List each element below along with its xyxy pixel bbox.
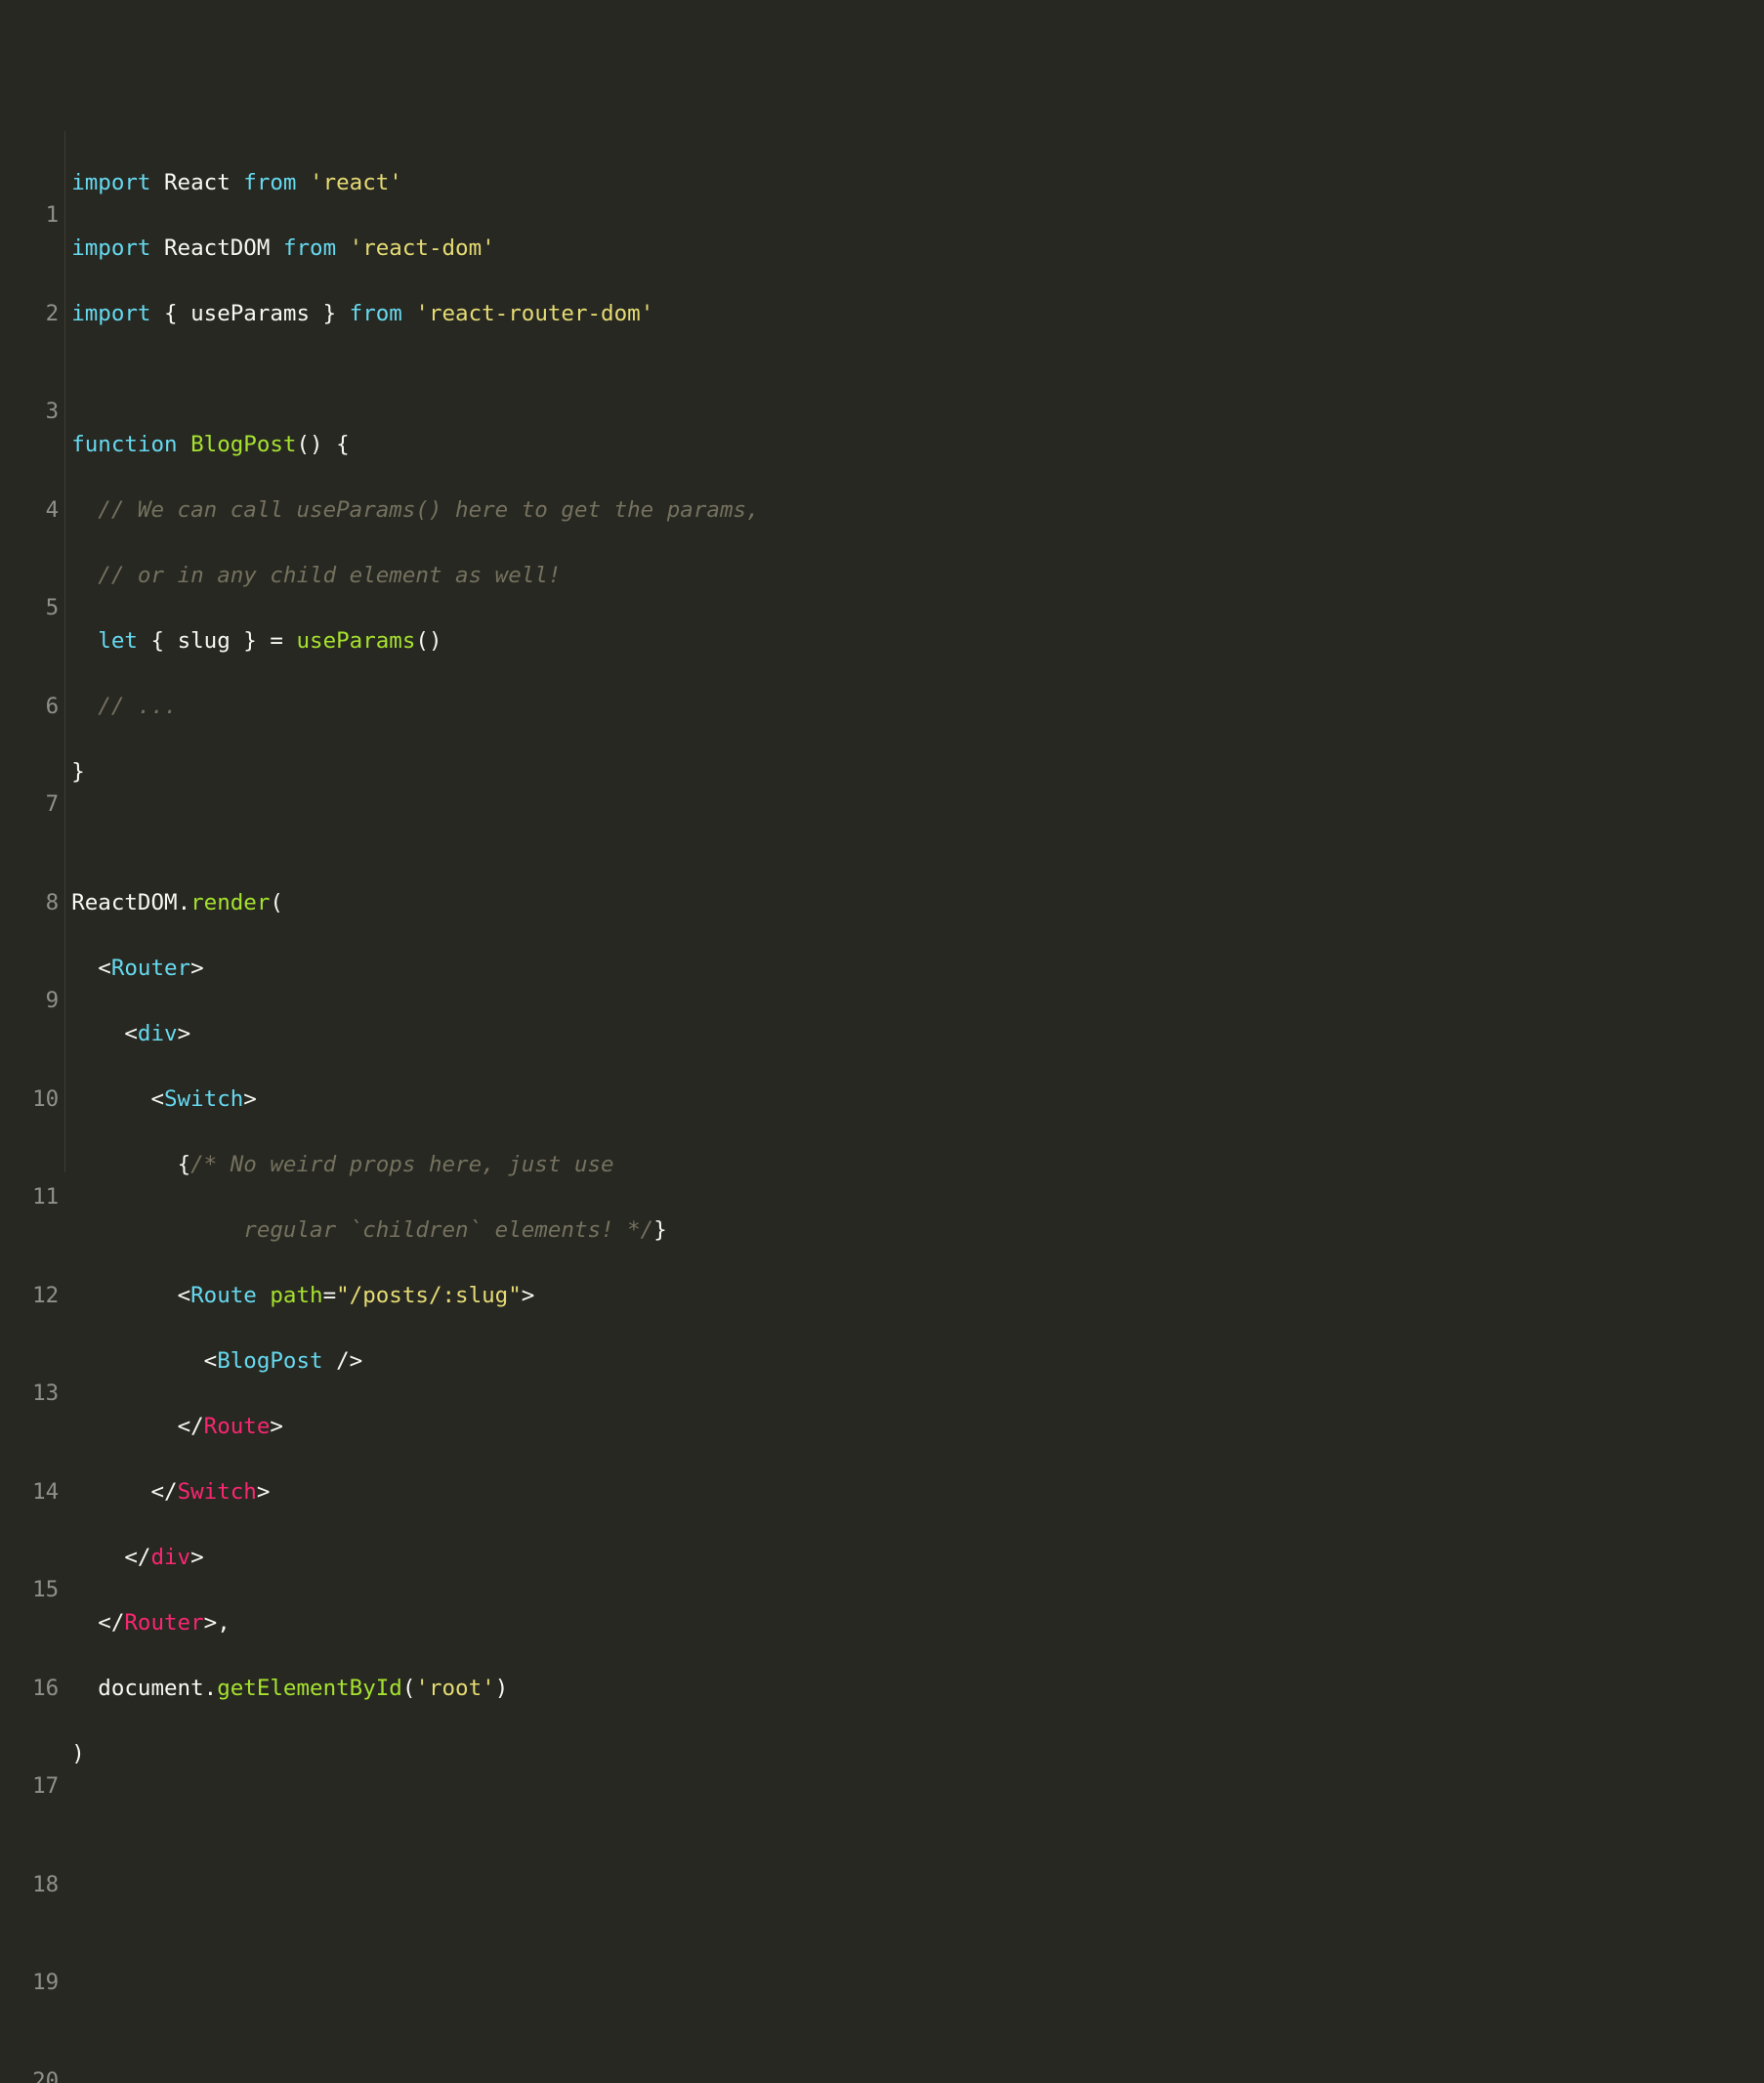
line-number: 4 [6, 494, 59, 528]
code-line[interactable]: </Switch> [71, 1476, 1764, 1509]
code-line[interactable]: <Router> [71, 953, 1764, 986]
line-number: 15 [6, 1574, 59, 1607]
code-line[interactable] [71, 822, 1764, 855]
code-line[interactable]: import ReactDOM from 'react-dom' [71, 233, 1764, 266]
code-line[interactable]: </Router>, [71, 1607, 1764, 1640]
code-line[interactable]: ) [71, 1738, 1764, 1771]
code-line[interactable]: <BlogPost /> [71, 1345, 1764, 1379]
code-line[interactable]: <Route path="/posts/:slug"> [71, 1280, 1764, 1313]
line-number: 6 [6, 691, 59, 724]
code-line[interactable]: </Route> [71, 1411, 1764, 1444]
line-number: 1 [6, 199, 59, 233]
code-line[interactable]: <Switch> [71, 1084, 1764, 1117]
code-line[interactable]: // We can call useParams() here to get t… [71, 494, 1764, 528]
code-line[interactable]: {/* No weird props here, just use [71, 1149, 1764, 1182]
line-number: 2 [6, 298, 59, 331]
code-line[interactable]: // or in any child element as well! [71, 560, 1764, 593]
line-number: 5 [6, 592, 59, 625]
code-line[interactable]: document.getElementById('root') [71, 1673, 1764, 1706]
line-number: 9 [6, 985, 59, 1018]
code-line[interactable]: function BlogPost() { [71, 429, 1764, 462]
code-line[interactable]: } [71, 756, 1764, 789]
line-number: 11 [6, 1181, 59, 1214]
line-number: 17 [6, 1770, 59, 1804]
line-number: 3 [6, 396, 59, 429]
code-line[interactable]: // ... [71, 691, 1764, 724]
line-number: 18 [6, 1869, 59, 1902]
line-number: 10 [6, 1084, 59, 1117]
line-number: 12 [6, 1280, 59, 1313]
code-line[interactable]: ReactDOM.render( [71, 887, 1764, 920]
line-number: 14 [6, 1476, 59, 1509]
code-line[interactable]: <div> [71, 1018, 1764, 1051]
code-line[interactable]: import { useParams } from 'react-router-… [71, 298, 1764, 331]
code-line[interactable]: import React from 'react' [71, 167, 1764, 200]
line-number: 8 [6, 887, 59, 920]
line-number: 7 [6, 788, 59, 822]
line-number: 19 [6, 1967, 59, 2000]
line-number: 13 [6, 1378, 59, 1411]
code-line[interactable]: regular `children` elements! */} [71, 1214, 1764, 1248]
code-line[interactable]: let { slug } = useParams() [71, 625, 1764, 659]
line-number: 16 [6, 1673, 59, 1706]
line-number-gutter: 1 2 3 4 5 6 7 8 9 10 11 12 13 14 15 16 1… [0, 131, 65, 1172]
code-area[interactable]: import React from 'react' import ReactDO… [65, 131, 1764, 1172]
code-line[interactable]: </div> [71, 1542, 1764, 1575]
code-line[interactable] [71, 363, 1764, 397]
code-editor: 1 2 3 4 5 6 7 8 9 10 11 12 13 14 15 16 1… [0, 131, 1764, 1172]
line-number: 20 [6, 2065, 59, 2083]
